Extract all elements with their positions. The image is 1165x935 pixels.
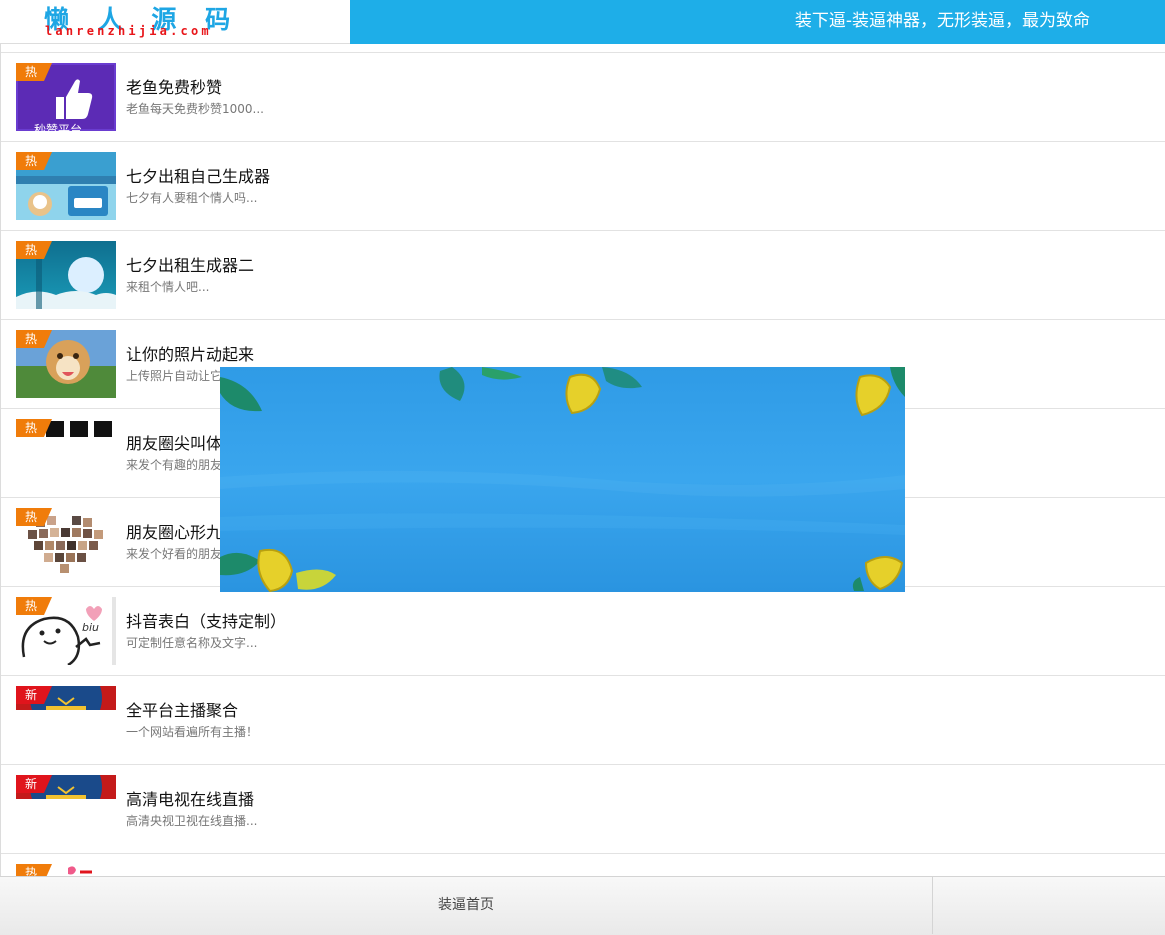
item-description: 来发个好看的朋友 (126, 547, 223, 561)
badge-label: 热 (25, 154, 38, 168)
new-badge: 新 (16, 775, 52, 793)
list-item[interactable]: 新 全平台主播聚合 一个网站看遍所有主播！ (1, 676, 1165, 765)
item-title[interactable]: 抖音表白（支持定制） (126, 611, 286, 633)
item-description: 来租个情人吧... (126, 280, 210, 294)
badge-label: 热 (25, 599, 38, 613)
item-thumbnail: biu 热 (16, 597, 116, 665)
item-thumbnail: 热 (16, 864, 116, 876)
hot-badge: 热 (16, 419, 52, 437)
item-title[interactable]: 全平台主播聚合 (126, 700, 238, 722)
item-thumbnail: 新 (16, 686, 116, 754)
item-description: 来发个有趣的朋友 (126, 458, 223, 472)
list-item[interactable]: biu 热 抖音表白（支持定制） 可定制任意名称及文字... (1, 587, 1165, 676)
item-thumbnail: 热 (16, 241, 116, 309)
list-item[interactable]: 热 (1, 854, 1165, 876)
badge-label: 热 (25, 65, 38, 79)
item-thumbnail: 热 (16, 152, 116, 220)
item-description: 上传照片自动让它 (126, 369, 223, 383)
hot-badge: 热 (16, 597, 52, 615)
list-item[interactable]: 秒赞平台 热 老鱼免费秒赞 老鱼每天免费秒赞1000... (1, 53, 1165, 142)
item-description: 七夕有人要租个情人吗... (126, 191, 258, 205)
hot-badge: 热 (16, 864, 52, 876)
hot-badge: 热 (16, 63, 52, 81)
badge-label: 热 (25, 866, 38, 876)
leaf-banner-image (220, 367, 905, 592)
item-description: 可定制任意名称及文字... (126, 636, 258, 650)
badge-label: 热 (25, 421, 38, 435)
badge-label: 新 (25, 777, 38, 791)
home-nav-button[interactable]: 装逼首页 (0, 877, 932, 934)
item-title[interactable]: 让你的照片动起来 (126, 344, 254, 366)
footer-right-button[interactable] (933, 877, 1165, 934)
hot-badge: 热 (16, 152, 52, 170)
badge-label: 热 (25, 243, 38, 257)
hot-badge: 热 (16, 508, 52, 526)
item-title[interactable]: 七夕出租生成器二 (126, 255, 254, 277)
list-item[interactable]: 热 七夕出租生成器二 来租个情人吧... (1, 231, 1165, 320)
item-title[interactable]: 老鱼免费秒赞 (126, 77, 222, 99)
item-thumbnail: 热 (16, 508, 116, 576)
item-thumbnail: 热 (16, 330, 116, 398)
item-thumbnail: 新 (16, 775, 116, 843)
new-badge: 新 (16, 686, 52, 704)
item-description: 老鱼每天免费秒赞1000... (126, 102, 264, 116)
list-item[interactable]: 新 高清电视在线直播 高清央视卫视在线直播... (1, 765, 1165, 854)
svg-text:biu: biu (82, 621, 99, 634)
hot-badge: 热 (16, 241, 52, 259)
logo-domain: lanrenzhijia.com (45, 24, 212, 38)
site-header: 懒 人 源 码 lanrenzhijia.com 装下逼-装逼神器，无形装逼，最… (0, 0, 1165, 44)
item-title[interactable]: 朋友圈尖叫体 (126, 433, 222, 455)
item-title[interactable]: 朋友圈心形九 (126, 522, 222, 544)
header-slogan: 装下逼-装逼神器，无形装逼，最为致命 (794, 11, 1090, 31)
badge-label: 热 (25, 332, 38, 346)
item-thumbnail: 热 (16, 419, 116, 487)
item-description: 高清央视卫视在线直播... (126, 814, 258, 828)
bottom-nav: 装逼首页 (0, 876, 1165, 935)
badge-label: 新 (25, 688, 38, 702)
list-item[interactable]: 热 七夕出租自己生成器 七夕有人要租个情人吗... (1, 142, 1165, 231)
item-description: 一个网站看遍所有主播！ (126, 725, 259, 739)
page: 懒 人 源 码 lanrenzhijia.com 装下逼-装逼神器，无形装逼，最… (0, 0, 1165, 935)
item-title[interactable]: 高清电视在线直播 (126, 789, 254, 811)
item-title[interactable]: 七夕出租自己生成器 (126, 166, 270, 188)
item-thumbnail: 秒赞平台 热 (16, 63, 116, 131)
hot-badge: 热 (16, 330, 52, 348)
site-logo[interactable]: 懒 人 源 码 lanrenzhijia.com (0, 0, 350, 44)
overlay-ad-banner[interactable] (220, 367, 905, 592)
badge-label: 热 (25, 510, 38, 524)
svg-text:秒赞平台: 秒赞平台 (34, 122, 82, 131)
